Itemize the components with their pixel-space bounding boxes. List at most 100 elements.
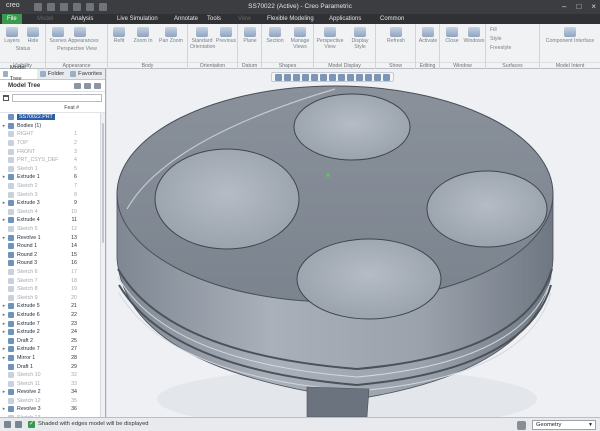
select-icon[interactable]	[517, 420, 526, 430]
expand-toggle-icon[interactable]: ▸	[0, 303, 8, 309]
tree-row[interactable]: ▸ Bodies (1)	[0, 122, 105, 131]
tree-search-input[interactable]	[12, 93, 102, 102]
tab-tools[interactable]: Tools	[202, 14, 226, 24]
tree-scrollbar[interactable]	[100, 113, 105, 417]
tree-row[interactable]: Draft 1 29	[0, 362, 105, 371]
windows-button[interactable]: Windows	[463, 27, 485, 44]
section-button[interactable]: Section	[264, 27, 286, 44]
piston-model[interactable]	[107, 69, 600, 417]
status-button[interactable]: Status	[4, 46, 42, 52]
tree-row[interactable]: Sketch 4 10	[0, 208, 105, 217]
close-button[interactable]: Close	[442, 27, 462, 44]
annotation-display-icon[interactable]	[365, 74, 372, 81]
pause-icon[interactable]	[374, 74, 381, 81]
scrollbar-thumb[interactable]	[102, 123, 104, 243]
datum-display-icon[interactable]	[347, 74, 354, 81]
tree-row[interactable]: ▸ Extrude 3 9	[0, 199, 105, 208]
expand-toggle-icon[interactable]: ▸	[0, 355, 8, 361]
tab-common[interactable]: Common	[375, 14, 409, 24]
expand-toggle-icon[interactable]: ▸	[0, 321, 8, 327]
tab-live-simulation[interactable]: Live Simulation	[112, 14, 163, 24]
tree-row[interactable]: ▸ Revolve 3 36	[0, 405, 105, 414]
tree-filters-icon[interactable]	[84, 82, 91, 89]
valve-pocket-right[interactable]	[426, 170, 548, 248]
pan-zoom-button[interactable]: Pan Zoom	[158, 27, 184, 44]
perspective-view-button[interactable]: Perspective View	[50, 46, 104, 52]
tree-row[interactable]: PRT_CSYS_DEF 4	[0, 156, 105, 165]
zoom-in-button[interactable]: Zoom In	[132, 27, 154, 44]
filter-icon[interactable]	[3, 94, 9, 101]
expand-toggle-icon[interactable]: ▸	[0, 329, 8, 335]
display-style-button[interactable]: Display Style	[346, 27, 374, 50]
hide-button[interactable]: Hide	[23, 27, 43, 44]
tree-row[interactable]: Sketch 6 17	[0, 268, 105, 277]
tree-row[interactable]: Sketch 1 5	[0, 165, 105, 174]
tree-row[interactable]: ▸ Extrude 5 21	[0, 302, 105, 311]
expand-toggle-icon[interactable]: ▸	[0, 200, 8, 206]
tree-row[interactable]: Sketch 8 19	[0, 285, 105, 294]
message-log-icon[interactable]	[15, 421, 22, 428]
tab-model-tree[interactable]: Model Tree	[0, 65, 37, 82]
saved-orientations-icon[interactable]	[320, 74, 327, 81]
tab-applications[interactable]: Applications	[324, 14, 366, 24]
valve-pocket-front[interactable]	[296, 238, 442, 320]
tree-row[interactable]: Sketch 3 8	[0, 190, 105, 199]
layers-button[interactable]: Layers	[2, 27, 22, 44]
tree-row[interactable]: TOP 2	[0, 139, 105, 148]
minimize-icon[interactable]: –	[562, 2, 566, 11]
tree-row[interactable]: ▸ Extrude 1 6	[0, 173, 105, 182]
tree-settings-icon[interactable]	[94, 82, 101, 89]
refit-view-icon[interactable]	[275, 74, 282, 81]
standard-orientation-button[interactable]: Standard Orientation	[190, 27, 215, 50]
tree-row[interactable]: Sketch 12 35	[0, 397, 105, 406]
zoom-in-icon[interactable]	[284, 74, 291, 81]
tree-columns-icon[interactable]	[74, 82, 81, 89]
perspective-button[interactable]: Perspective View	[316, 27, 344, 50]
expand-toggle-icon[interactable]: ▸	[0, 217, 8, 223]
tab-view[interactable]: View	[233, 14, 256, 24]
tab-folder[interactable]: Folder	[37, 69, 67, 79]
style-button[interactable]: Style	[490, 36, 536, 42]
tree-row[interactable]: ▸ Extrude 7 27	[0, 345, 105, 354]
expand-toggle-icon[interactable]: ▸	[0, 389, 8, 395]
activate-button[interactable]: Activate	[417, 27, 439, 44]
component-interface-button[interactable]: Component Interface	[544, 27, 596, 44]
tree-row[interactable]: Sketch 11 33	[0, 379, 105, 388]
manage-views-button[interactable]: Manage Views	[288, 27, 312, 50]
tree-row[interactable]: RIGHT 1	[0, 130, 105, 139]
expand-toggle-icon[interactable]: ▸	[0, 406, 8, 412]
tree-row[interactable]: ▸ Extrude 2 24	[0, 328, 105, 337]
tree-row[interactable]: Sketch 7 18	[0, 276, 105, 285]
tree-row[interactable]: Sketch 10 32	[0, 371, 105, 380]
display-style-icon[interactable]	[311, 74, 318, 81]
tab-analysis[interactable]: Analysis	[66, 14, 98, 24]
fill-button[interactable]: Fill	[490, 27, 536, 33]
graphics-window[interactable]	[107, 69, 600, 417]
tree-row[interactable]: Round 2 15	[0, 251, 105, 260]
expand-toggle-icon[interactable]: ▸	[0, 174, 8, 180]
plane-button[interactable]: Plane	[240, 27, 260, 44]
freestyle-button[interactable]: Freestyle	[490, 45, 536, 51]
zoom-out-icon[interactable]	[293, 74, 300, 81]
tree-row[interactable]: Sketch 2 7	[0, 182, 105, 191]
play-icon[interactable]	[383, 74, 390, 81]
repaint-icon[interactable]	[302, 74, 309, 81]
tree-row[interactable]: Round 3 16	[0, 259, 105, 268]
perspective-icon[interactable]	[338, 74, 345, 81]
grid-icon[interactable]	[4, 421, 11, 428]
tree-row[interactable]: ▸ Revolve 1 13	[0, 233, 105, 242]
previous-button[interactable]: Previous	[215, 27, 237, 44]
tree-row[interactable]: Round 1 14	[0, 242, 105, 251]
valve-pocket-left[interactable]	[154, 148, 300, 250]
expand-toggle-icon[interactable]: ▸	[0, 123, 8, 129]
selection-filter-dropdown[interactable]: Geometry ▼	[532, 420, 596, 430]
expand-toggle-icon[interactable]: ▸	[0, 346, 8, 352]
tree-row[interactable]: ▸ Extrude 4 11	[0, 216, 105, 225]
close-icon[interactable]: ×	[591, 2, 596, 11]
tab-favorites[interactable]: Favorites	[67, 69, 105, 79]
view-manager-icon[interactable]	[329, 74, 336, 81]
scenes-button[interactable]: Scenes	[49, 27, 67, 44]
tree-row[interactable]: ▸ Revolve 2 34	[0, 388, 105, 397]
tab-flexible-modeling[interactable]: Flexible Modeling	[262, 14, 319, 24]
expand-toggle-icon[interactable]: ▸	[0, 312, 8, 318]
